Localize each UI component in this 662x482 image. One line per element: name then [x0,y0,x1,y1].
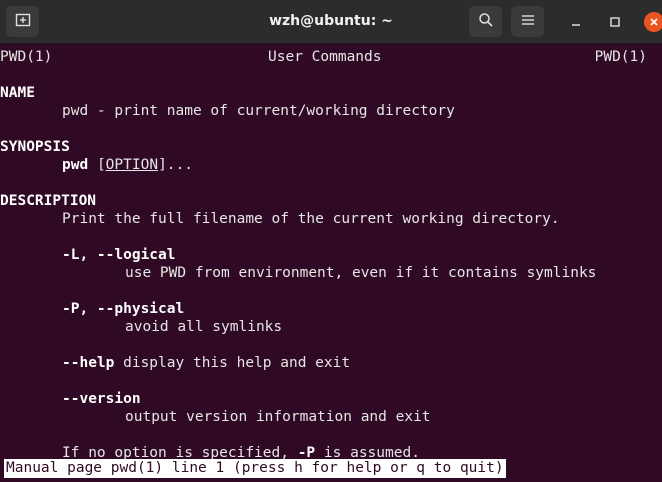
search-button[interactable] [469,6,502,37]
minimize-button[interactable] [565,11,587,33]
section-heading-synopsis: SYNOPSIS [0,139,70,155]
man-header-left: PWD(1) [0,49,53,65]
maximize-button[interactable] [604,11,626,33]
option-physical-description: avoid all symlinks [125,319,283,335]
close-button[interactable] [643,11,662,33]
hamburger-menu-icon [521,12,535,31]
name-description: pwd - print name of current/working dire… [62,103,455,119]
option-logical-description: use PWD from environment, even if it con… [125,265,597,281]
description-text: Print the full filename of the current w… [62,211,560,227]
maximize-icon [609,13,621,32]
option-help-line: --help display this help and exit [62,354,350,372]
option-logical: -L, --logical [62,247,176,263]
menu-button[interactable] [511,6,544,37]
option-help: --help [62,355,115,371]
terminal-viewport[interactable]: PWD(1) User Commands PWD(1) NAME pwd - p… [0,46,662,482]
new-tab-button[interactable] [6,6,39,37]
synopsis-option: OPTION [105,157,159,173]
synopsis-command: pwd [62,157,89,173]
man-header-right: PWD(1) [594,49,647,65]
window-title: wzh@ubuntu: ~ [269,13,393,29]
option-version-description: output version information and exit [125,409,431,425]
pager-status-bar: Manual page pwd(1) line 1 (press h for h… [4,459,506,478]
synopsis-line: pwd [OPTION]... [62,156,193,174]
section-heading-name: NAME [0,85,35,101]
new-tab-icon [15,12,31,32]
minimize-icon [570,13,582,32]
option-version: --version [62,391,141,407]
man-header-center: User Commands [268,49,382,65]
option-physical: -P, --physical [62,301,185,317]
search-icon [478,12,494,32]
synopsis-bracket-open: [ [96,157,106,173]
option-help-description: display this help and exit [114,355,351,371]
window-titlebar: wzh@ubuntu: ~ [0,0,662,44]
section-heading-description: DESCRIPTION [0,193,97,209]
synopsis-bracket-close: ]... [158,157,193,173]
close-icon [644,12,662,32]
